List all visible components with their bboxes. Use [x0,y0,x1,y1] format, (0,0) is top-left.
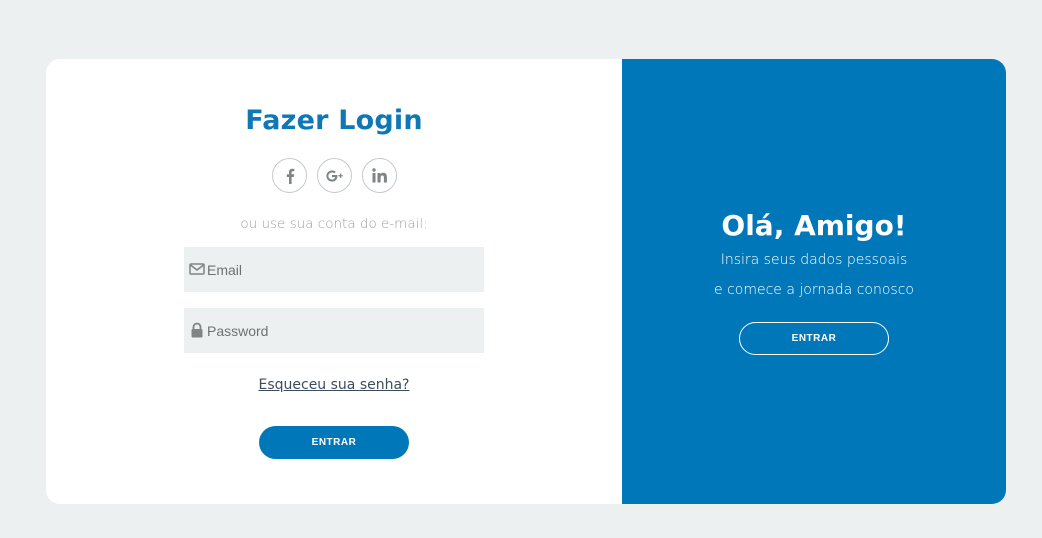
password-input[interactable] [207,308,477,353]
email-input[interactable] [207,247,477,292]
social-login-group [272,158,398,193]
sign-in-button[interactable]: ENTRAR [259,426,409,459]
facebook-button[interactable] [272,158,307,193]
google-plus-button[interactable] [317,158,352,193]
google-plus-icon [325,169,344,183]
welcome-text-line-1: Insira seus dados pessoais [720,252,908,268]
facebook-icon [283,168,297,184]
email-login-hint: ou use sua conta do e-mail: [240,216,428,232]
welcome-text-line-2: e comece a jornada conosco [714,282,914,298]
linkedin-button[interactable] [362,158,397,193]
welcome-enter-button[interactable]: ENTRAR [739,322,889,355]
forgot-password-link[interactable]: Esqueceu sua senha? [258,377,409,393]
welcome-title: Olá, Amigo! [721,209,907,242]
lock-icon [189,322,205,338]
login-card: Fazer Login ou use sua conta do e-mail: … [46,59,1006,504]
sign-in-panel: Fazer Login ou use sua conta do e-mail: … [46,59,622,504]
envelope-icon [189,261,205,277]
email-field [184,247,484,292]
forgot-password-row: Esqueceu sua senha? [46,377,622,393]
welcome-panel: Olá, Amigo! Insira seus dados pessoais e… [622,59,1006,504]
password-field [184,308,484,353]
linkedin-icon [372,168,387,183]
page-title: Fazer Login [245,105,423,136]
